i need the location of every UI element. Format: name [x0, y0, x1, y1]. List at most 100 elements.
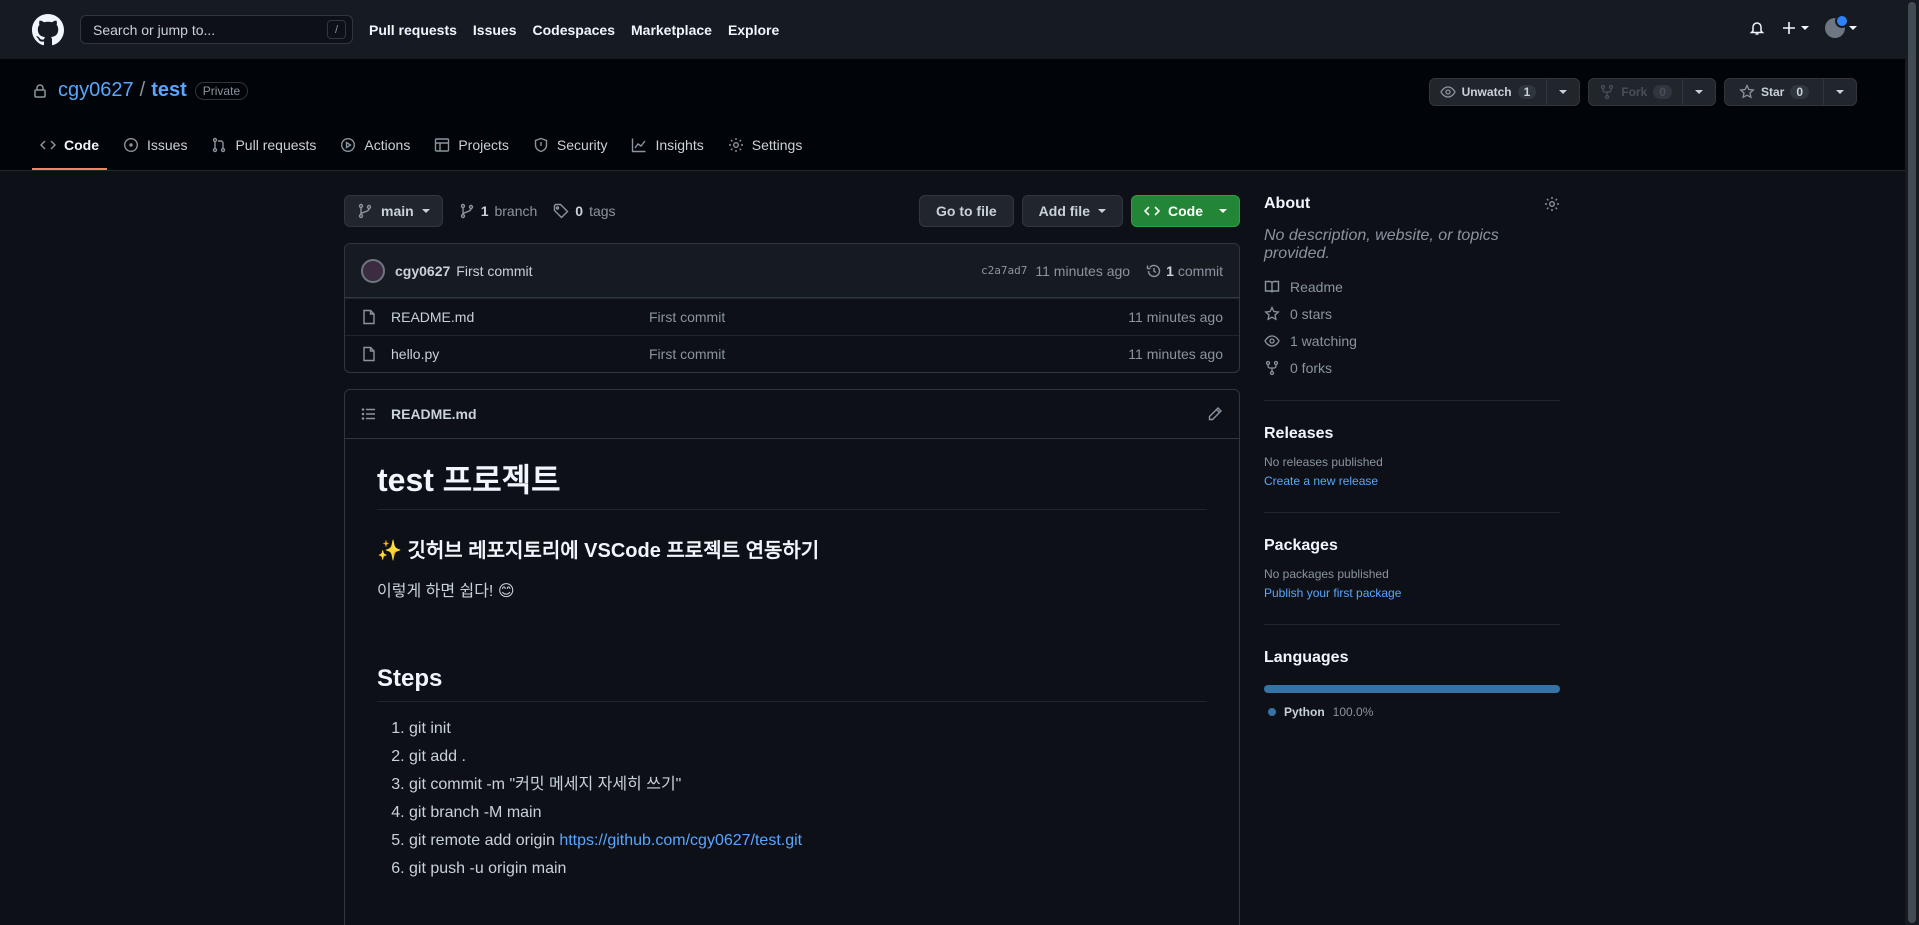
releases-title[interactable]: Releases	[1264, 425, 1333, 443]
tag-count: 0	[575, 203, 584, 219]
file-name[interactable]: hello.py	[391, 346, 649, 362]
language-item[interactable]: Python 100.0%	[1264, 705, 1560, 719]
gear-icon[interactable]	[1544, 196, 1560, 212]
create-new-menu[interactable]	[1781, 20, 1809, 36]
unwatch-button[interactable]: Unwatch 1	[1430, 79, 1548, 105]
tab-label: Insights	[655, 137, 704, 153]
fork-label: Fork	[1621, 85, 1648, 99]
tag-count-label: tags	[589, 203, 616, 219]
chevron-down-icon	[1849, 26, 1857, 30]
header-actions	[1749, 14, 1857, 38]
tab-label: Actions	[364, 137, 411, 153]
branch-select-button[interactable]: main	[344, 195, 443, 227]
file-list: cgy0627 First commit c2a7ad7 11 minutes …	[344, 243, 1240, 373]
tab-insights[interactable]: Insights	[623, 122, 711, 170]
star-dropdown[interactable]	[1824, 79, 1856, 105]
publish-package-link[interactable]: Publish your first package	[1264, 586, 1401, 600]
commit-count: 1	[1166, 262, 1174, 279]
tab-code[interactable]: Code	[32, 122, 107, 170]
list-item: git branch -M main	[409, 802, 1207, 824]
branch-name: main	[381, 203, 414, 219]
file-row[interactable]: README.md First commit 11 minutes ago	[345, 298, 1239, 335]
search-input[interactable]: Search or jump to... /	[80, 15, 353, 44]
user-menu[interactable]	[1825, 14, 1857, 38]
list-unordered-icon[interactable]	[361, 406, 377, 422]
fork-button[interactable]: Fork 0	[1589, 79, 1683, 105]
create-release-link[interactable]: Create a new release	[1264, 474, 1378, 488]
visibility-badge: Private	[194, 81, 249, 100]
packages-title[interactable]: Packages	[1264, 537, 1338, 555]
chevron-down-icon	[1836, 90, 1844, 94]
file-commit-time: 11 minutes ago	[1128, 346, 1223, 362]
watch-dropdown[interactable]	[1547, 79, 1579, 105]
commit-history-link[interactable]: 1 commit	[1146, 263, 1223, 279]
commit-sha[interactable]: c2a7ad7	[981, 264, 1027, 277]
packages-section: Packages No packages published Publish y…	[1264, 512, 1560, 600]
readme-link[interactable]: Readme	[1264, 279, 1560, 295]
branches-link[interactable]: 1 branch	[459, 203, 537, 219]
main-content: main 1 branch 0 tags Go to file Add file…	[344, 195, 1240, 925]
chevron-down-icon	[421, 209, 430, 213]
chevron-down-icon	[1694, 90, 1703, 94]
tab-label: Pull requests	[235, 137, 317, 153]
avatar[interactable]	[361, 258, 385, 283]
repo-owner-link[interactable]: cgy0627	[58, 79, 134, 102]
bell-icon[interactable]	[1749, 20, 1765, 36]
add-file-button[interactable]: Add file	[1021, 195, 1123, 227]
repo-header: cgy0627 / test Private Unwatch 1 Fork 0 …	[0, 59, 1905, 171]
list-item: git push -u origin main	[409, 858, 1207, 880]
file-commit-message[interactable]: First commit	[649, 309, 1128, 325]
commit-message[interactable]: First commit	[456, 263, 532, 279]
nav-codespaces[interactable]: Codespaces	[533, 22, 615, 38]
about-description: No description, website, or topics provi…	[1264, 227, 1499, 262]
stars-link[interactable]: 0 stars	[1264, 306, 1560, 322]
file-name[interactable]: README.md	[391, 309, 649, 325]
scrollbar-thumb[interactable]	[1908, 2, 1916, 923]
star-button-group: Star 0	[1723, 78, 1857, 106]
commit-author[interactable]: cgy0627	[395, 263, 450, 279]
languages-section: Languages Python 100.0%	[1264, 624, 1560, 719]
code-icon	[40, 140, 56, 150]
chevron-down-icon	[1801, 26, 1809, 30]
releases-section: Releases No releases published Create a …	[1264, 400, 1560, 488]
graph-icon	[632, 138, 647, 153]
tab-settings[interactable]: Settings	[720, 122, 811, 170]
commit-count-label: commit	[1177, 262, 1223, 279]
tab-security[interactable]: Security	[525, 122, 616, 170]
nav-explore[interactable]: Explore	[728, 22, 779, 38]
fork-dropdown[interactable]	[1683, 79, 1715, 105]
table-icon	[435, 138, 450, 152]
forks-label: 0 forks	[1290, 360, 1333, 376]
github-logo-icon[interactable]	[32, 13, 64, 46]
tab-actions[interactable]: Actions	[332, 122, 418, 170]
tab-label: Settings	[751, 137, 803, 153]
add-file-label: Add file	[1038, 203, 1090, 219]
file-commit-message[interactable]: First commit	[649, 346, 1128, 362]
page-scrollbar[interactable]	[1905, 0, 1919, 925]
nav-issues[interactable]: Issues	[473, 22, 517, 38]
readme-filename[interactable]: README.md	[391, 406, 1207, 422]
branch-icon	[358, 203, 372, 219]
go-to-file-button[interactable]: Go to file	[918, 195, 1014, 227]
no-packages-text: No packages published	[1264, 567, 1389, 581]
tab-projects[interactable]: Projects	[426, 122, 517, 170]
watching-label: 1 watching	[1290, 333, 1357, 349]
gear-icon	[728, 138, 743, 152]
nav-marketplace[interactable]: Marketplace	[631, 22, 712, 38]
tab-issues[interactable]: Issues	[115, 122, 195, 170]
chevron-down-icon	[1219, 209, 1227, 213]
repo-url-link[interactable]: https://github.com/cgy0627/test.git	[559, 832, 802, 849]
about-header: About	[1264, 195, 1560, 213]
file-row[interactable]: hello.py First commit 11 minutes ago	[345, 335, 1239, 372]
code-button[interactable]: Code	[1131, 195, 1240, 227]
star-button[interactable]: Star 0	[1725, 79, 1824, 105]
nav-pull-requests[interactable]: Pull requests	[369, 22, 457, 38]
forks-link[interactable]: 0 forks	[1264, 360, 1560, 376]
watching-link[interactable]: 1 watching	[1264, 333, 1560, 349]
pencil-icon[interactable]	[1207, 406, 1223, 422]
tab-pull-requests[interactable]: Pull requests	[203, 122, 324, 170]
file-icon	[363, 309, 375, 325]
repo-name-link[interactable]: test	[151, 79, 187, 102]
tags-link[interactable]: 0 tags	[553, 203, 616, 219]
step-text: git remote add origin	[409, 832, 560, 849]
